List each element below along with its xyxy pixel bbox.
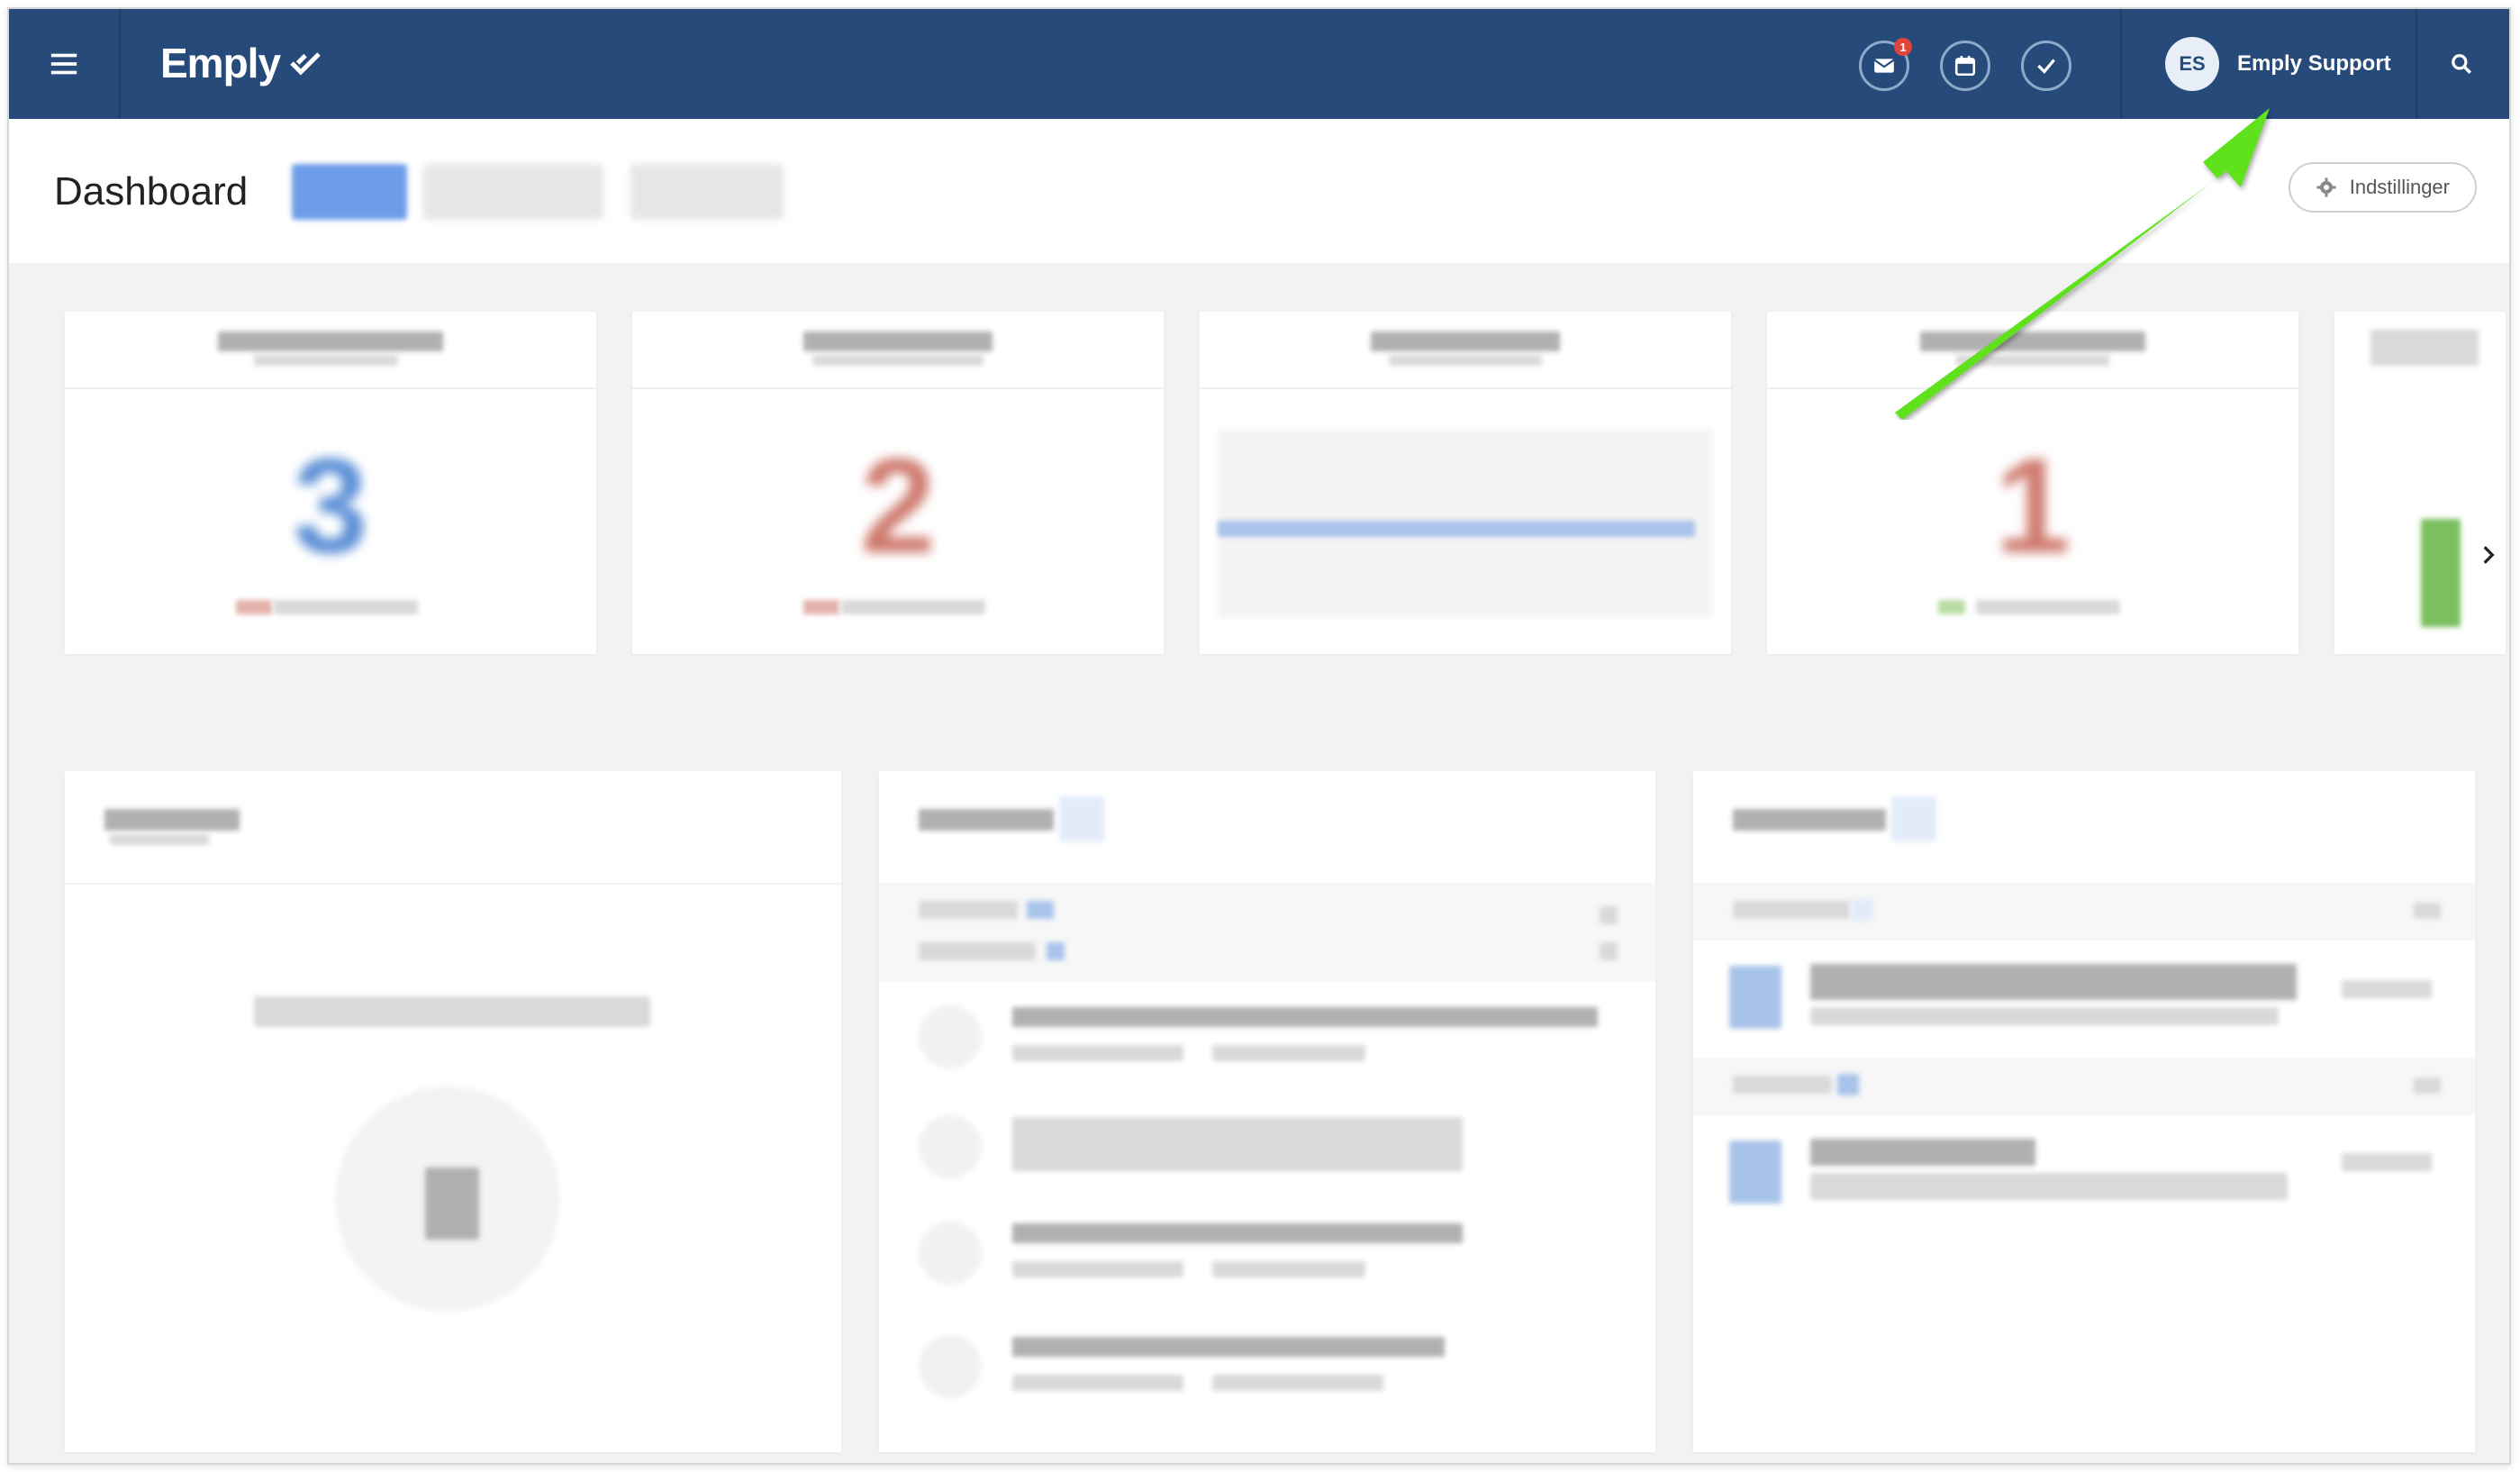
tasks-button[interactable] [2021, 41, 2071, 91]
settings-button[interactable]: Indstillinger [2288, 162, 2477, 213]
panel-right [1693, 771, 2475, 1452]
calendar-button[interactable] [1940, 41, 1990, 91]
kpi-card-partial[interactable] [2334, 312, 2506, 654]
mail-badge: 1 [1894, 38, 1912, 56]
gear-icon [2316, 177, 2336, 197]
logo-mark-icon [290, 52, 321, 76]
logo-text: Emply [160, 40, 281, 86]
divider [119, 9, 121, 119]
panel-header [879, 771, 1655, 885]
dashboard-tab[interactable] [423, 164, 603, 220]
panel-left [65, 771, 841, 1452]
kpi-card-header [632, 312, 1164, 389]
emply-logo[interactable]: Emply [160, 36, 323, 90]
kpi-card-header [65, 312, 596, 389]
kpi-card[interactable]: 2 [632, 312, 1164, 654]
user-name: Emply Support [2237, 51, 2391, 76]
calendar-icon [1954, 56, 1976, 77]
avatar: ES [2165, 37, 2219, 91]
kpi-card[interactable] [1200, 312, 1731, 654]
user-menu[interactable]: ES Emply Support [2165, 36, 2391, 92]
panel-header [1693, 771, 2475, 885]
chevron-right-icon[interactable] [2477, 537, 2500, 573]
list-group [1693, 1058, 2475, 1115]
kpi-value: 2 [860, 430, 936, 581]
settings-label: Indstillinger [2349, 176, 2450, 198]
kpi-value: 1 [1995, 430, 2071, 581]
mail-button[interactable]: 1 [1859, 38, 1912, 91]
search-icon [2452, 54, 2471, 74]
mail-icon [1873, 59, 1895, 73]
dashboard-tab-active[interactable] [292, 164, 407, 220]
kpi-value: 3 [293, 430, 368, 581]
check-icon [2037, 59, 2055, 74]
menu-button[interactable] [9, 9, 119, 119]
annotation-arrow-icon [1895, 108, 2270, 420]
search-button[interactable] [2414, 9, 2509, 119]
panel-header [65, 771, 841, 885]
hamburger-icon [50, 53, 77, 75]
dashboard-tab[interactable] [630, 164, 784, 220]
kpi-card[interactable]: 3 [65, 312, 596, 654]
list-group [879, 883, 1655, 982]
app-window: Emply 1 ES Emply Support Dashboard Indst… [7, 7, 2511, 1465]
list-group [1693, 883, 2475, 940]
page-title: Dashboard [54, 169, 249, 214]
kpi-card-header [1200, 312, 1731, 389]
panel-middle [879, 771, 1655, 1452]
